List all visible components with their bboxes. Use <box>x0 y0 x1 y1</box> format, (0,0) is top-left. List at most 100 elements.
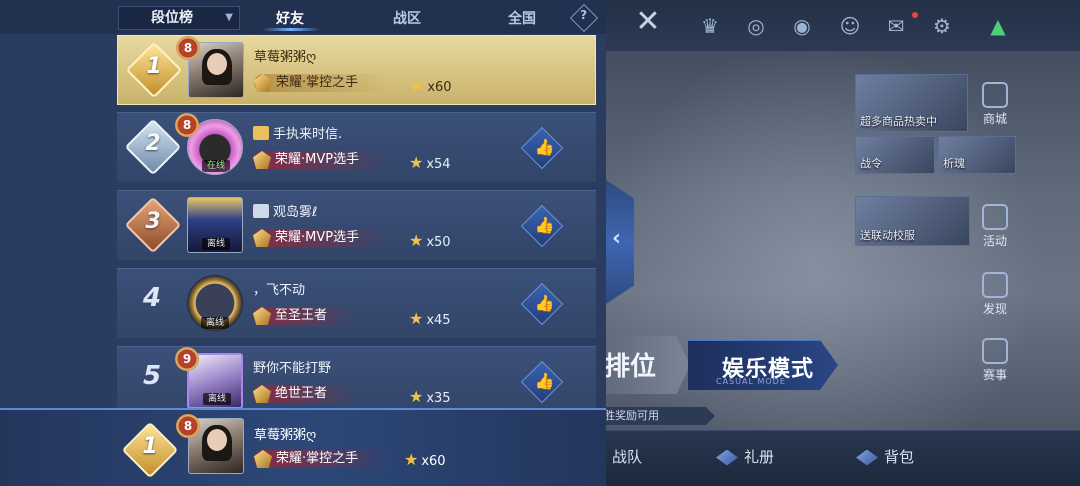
discover-icon <box>982 272 1008 298</box>
tier-emblem-icon <box>254 74 272 92</box>
leaderboard-row[interactable]: 1 8 草莓粥粥ღ 荣耀·掌控之手 ★ x60 <box>117 35 596 105</box>
self-rank-row[interactable]: 1 8 草莓粥粥ღ 荣耀·掌控之手 ★ x60 <box>0 408 606 486</box>
like-button[interactable]: 👍 <box>520 282 564 326</box>
player-name: 手执来时信. <box>253 123 342 142</box>
leaderboard-type-dropdown[interactable]: 段位榜 ▼ <box>118 6 240 30</box>
tier-emblem-icon <box>254 450 272 468</box>
notification-dot <box>912 12 918 18</box>
help-icon[interactable]: ? <box>569 3 599 33</box>
crown-icon[interactable]: ♛ <box>696 12 724 40</box>
tab-region[interactable]: 战区 <box>393 8 421 28</box>
online-status: 在线 <box>202 160 230 172</box>
rank-badge-gold: 1 <box>121 421 179 479</box>
close-icon[interactable]: ✕ <box>632 6 664 38</box>
promo-battle-pass[interactable]: 战令 <box>855 136 935 174</box>
leaderboard-row[interactable]: 5 离线 9 野你不能打野 绝世王者 ★ x35 👍 <box>117 346 596 416</box>
star-count: ★ x60 <box>410 76 452 95</box>
tier-label: 荣耀·MVP选手 <box>253 151 390 169</box>
mail-icon[interactable]: ✉ <box>882 12 910 40</box>
chevron-left-icon: ‹ <box>612 226 622 251</box>
bag-icon <box>856 449 878 466</box>
thumbs-up-icon: 👍 <box>534 215 555 235</box>
star-count: ★ x50 <box>409 231 451 250</box>
side-button-shop[interactable]: 商城 <box>975 82 1015 127</box>
tab-national[interactable]: 全国 <box>508 8 536 28</box>
side-button-discover[interactable]: 发现 <box>975 272 1015 317</box>
star-icon: ★ <box>409 231 424 250</box>
promo-caption: 战令 <box>860 157 882 170</box>
avatar[interactable]: 离线 <box>187 275 243 331</box>
star-icon: ★ <box>410 76 425 95</box>
tier-label: 荣耀·掌控之手 <box>254 74 389 92</box>
rank-badge-bronze: 3 <box>124 196 182 254</box>
chevron-down-icon: ▼ <box>225 12 233 23</box>
active-tab-indicator <box>262 28 320 31</box>
title-icon <box>253 204 269 218</box>
player-name: 草莓粥粥ღ <box>254 50 317 65</box>
wifi-icon: ▲ <box>990 14 1006 38</box>
tier-label: 绝世王者 <box>253 385 358 403</box>
star-count: ★ x60 <box>404 450 446 469</box>
star-icon: ★ <box>409 309 424 328</box>
star-icon: ★ <box>404 450 419 469</box>
player-name: 野你不能打野 <box>253 361 332 376</box>
tier-label: 至圣王者 <box>253 307 358 325</box>
reward-note: 胜奖励可用 <box>600 407 715 425</box>
tier-emblem-icon <box>253 307 271 325</box>
rank-number: 4 <box>142 283 162 313</box>
casual-mode-button[interactable]: 娱乐模式 CASUAL MODE <box>688 340 838 390</box>
title-icon <box>253 126 269 140</box>
promo-shop-banner[interactable]: 超多商品热卖中 <box>855 74 968 132</box>
bottom-item-bag[interactable]: 背包 <box>856 446 914 467</box>
target-icon[interactable]: ◎ <box>742 12 770 40</box>
tab-friends[interactable]: 好友 <box>276 8 304 28</box>
like-button[interactable]: 👍 <box>520 126 564 170</box>
events-icon <box>982 204 1008 230</box>
leaderboard-row[interactable]: 3 离线 观岛雾ℓ 荣耀·MVP选手 ★ x50 👍 <box>117 190 596 260</box>
shop-icon <box>982 82 1008 108</box>
side-button-events[interactable]: 活动 <box>975 204 1015 249</box>
level-badge: 8 <box>176 414 200 438</box>
level-badge: 9 <box>175 347 199 371</box>
side-button-tournament[interactable]: 赛事 <box>975 338 1015 383</box>
top-bar: ♛ ◎ ◉ ☺ ✉ ⚙ ▲ <box>600 0 1080 52</box>
leaderboard-panel: 段位榜 ▼ 好友 战区 全国 ? 1 8 草莓粥粥ღ 荣耀·掌控之手 ★ x60 … <box>0 0 606 486</box>
gear-icon[interactable]: ⚙ <box>928 12 956 40</box>
bottom-item-team[interactable]: 战队 <box>612 446 642 467</box>
player-name: 草莓粥粥ღ <box>254 428 317 443</box>
avatar[interactable]: 离线 <box>187 197 243 253</box>
leaderboard-row[interactable]: 2 在线 8 手执来时信. 荣耀·MVP选手 ★ x54 👍 <box>117 112 596 182</box>
level-badge: 8 <box>175 113 199 137</box>
bottom-item-gift-book[interactable]: 礼册 <box>716 446 774 467</box>
like-button[interactable]: 👍 <box>520 204 564 248</box>
star-icon: ★ <box>409 387 424 406</box>
tier-label: 荣耀·掌控之手 <box>254 450 389 468</box>
promo-event-banner[interactable]: 送联动校服 <box>855 196 970 246</box>
star-icon: ★ <box>409 153 424 172</box>
thumbs-up-icon: 👍 <box>534 137 555 157</box>
eye-icon[interactable]: ◉ <box>788 12 816 40</box>
collapse-panel-button[interactable]: ‹ <box>606 180 634 304</box>
bottom-bar <box>600 430 1080 486</box>
level-badge: 8 <box>176 36 200 60</box>
tier-emblem-icon <box>253 229 271 247</box>
leaderboard-row[interactable]: 4 离线 ，飞不动 至圣王者 ★ x45 👍 <box>117 268 596 338</box>
trophy-icon <box>982 338 1008 364</box>
gift-icon <box>716 449 738 466</box>
star-count: ★ x35 <box>409 387 451 406</box>
star-count: ★ x45 <box>409 309 451 328</box>
tier-emblem-icon <box>253 385 271 403</box>
thumbs-up-icon: 👍 <box>534 293 555 313</box>
offline-status: 离线 <box>202 238 230 250</box>
promo-caption: 析瑰 <box>943 157 965 170</box>
thumbs-up-icon: 👍 <box>534 371 555 391</box>
promo-item[interactable]: 析瑰 <box>938 136 1016 174</box>
star-count: ★ x54 <box>409 153 451 172</box>
tier-emblem-icon <box>253 151 271 169</box>
like-button[interactable]: 👍 <box>520 360 564 404</box>
offline-status: 离线 <box>201 317 229 329</box>
player-name: 观岛雾ℓ <box>253 201 317 220</box>
rank-badge-silver: 2 <box>124 118 182 176</box>
friends-icon[interactable]: ☺ <box>836 12 864 40</box>
ranked-mode-button[interactable]: 排位 <box>600 336 690 394</box>
